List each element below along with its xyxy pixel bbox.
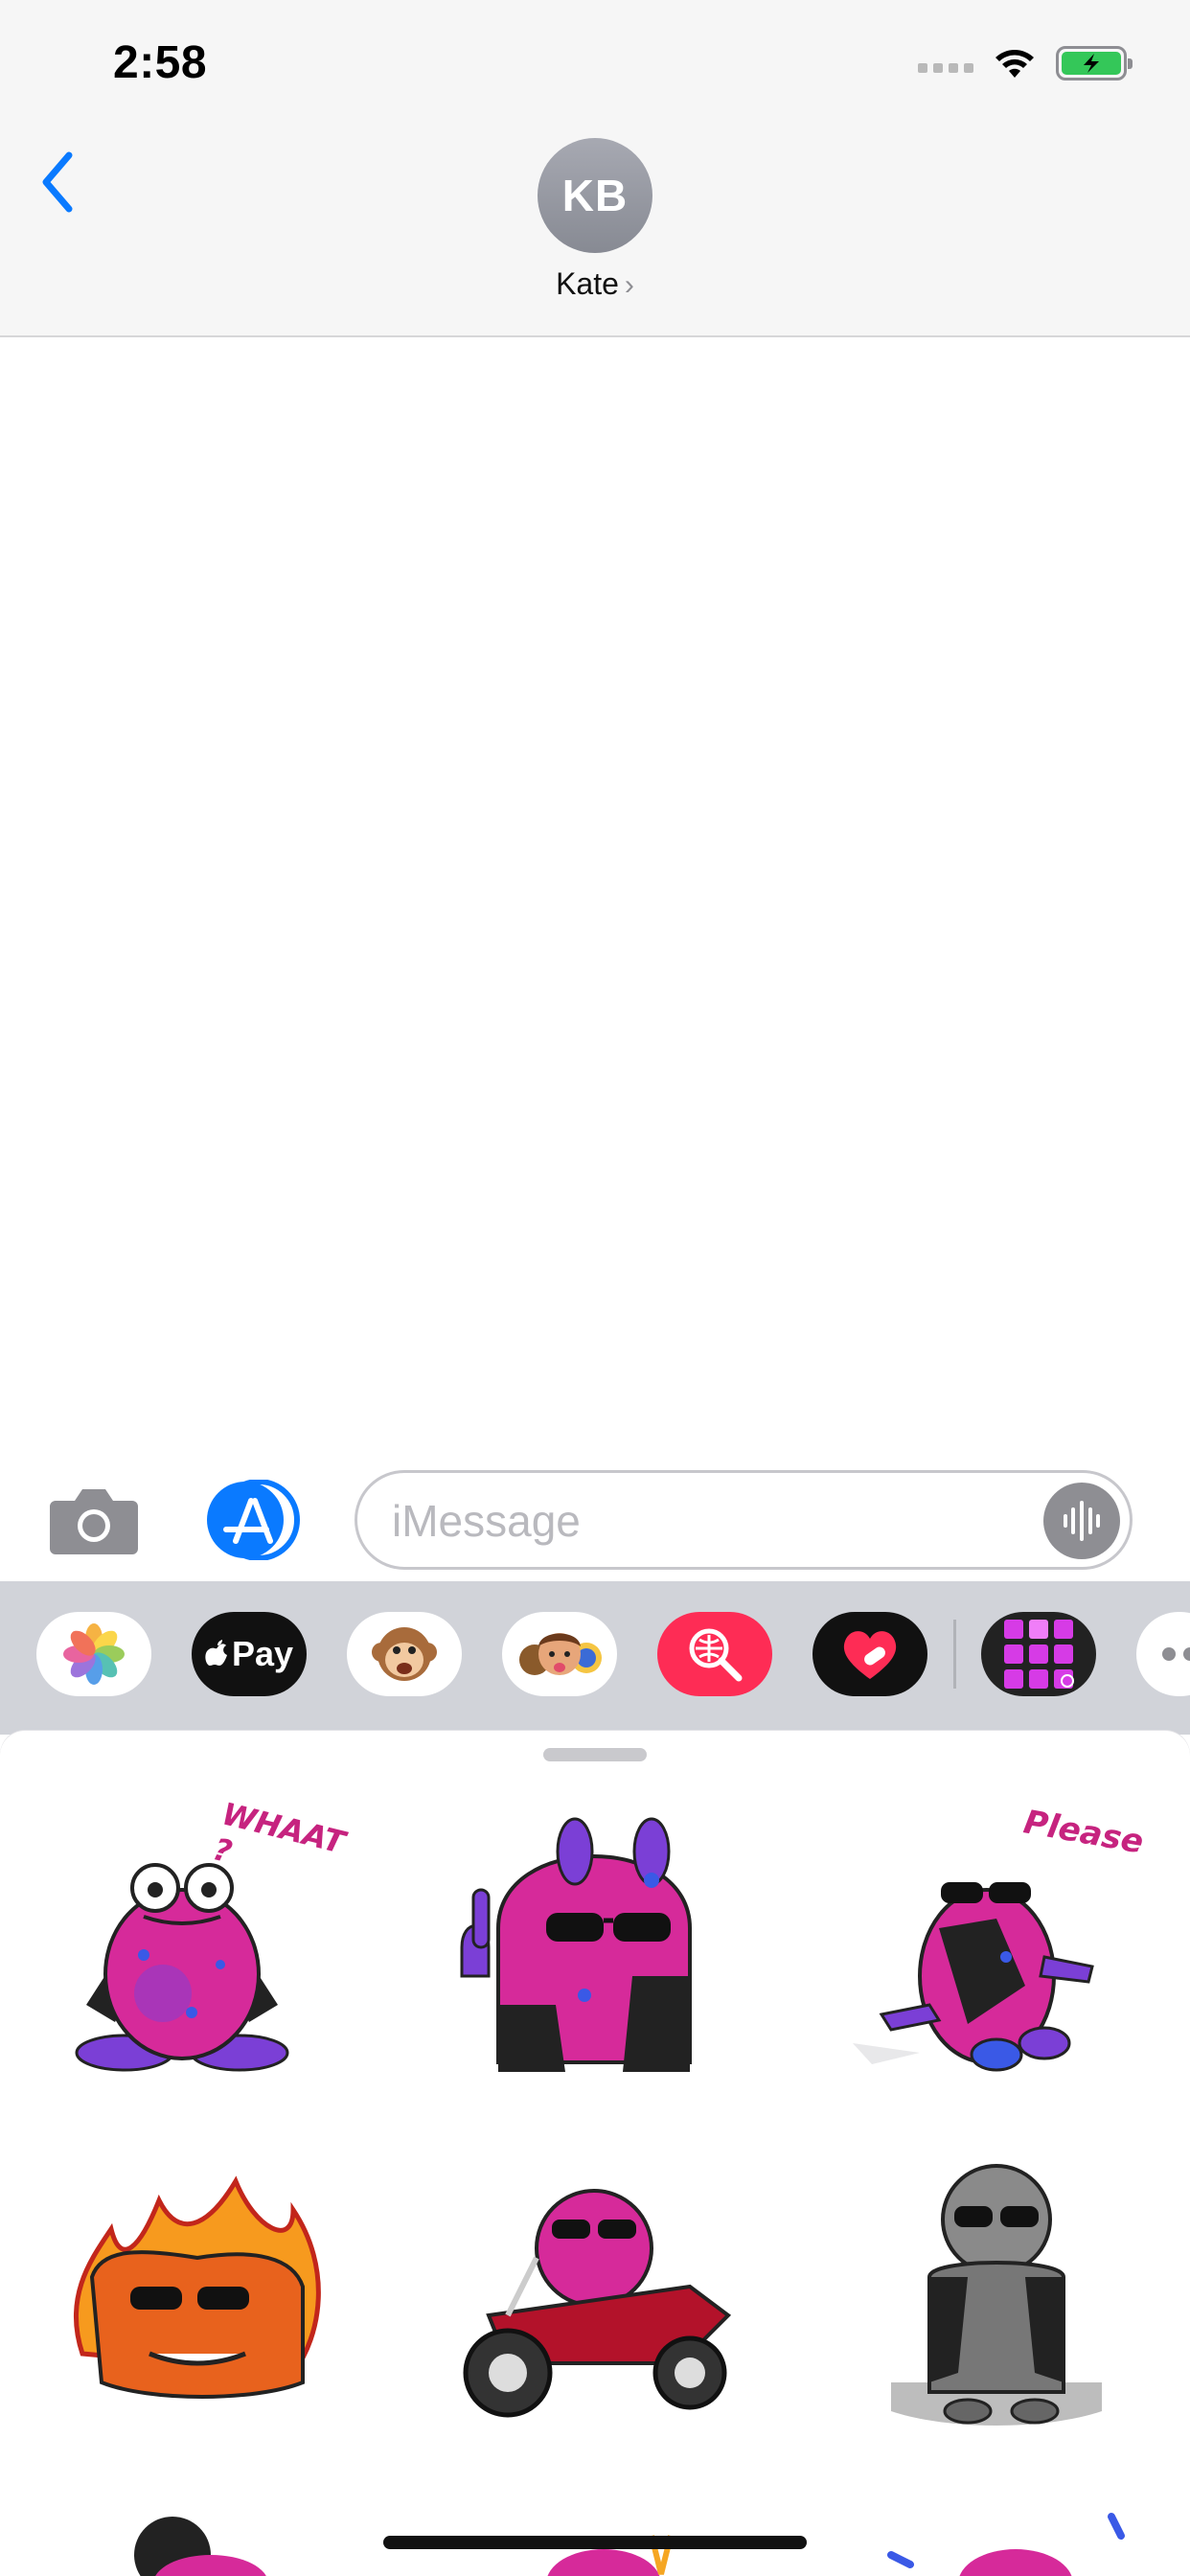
memoji-app-icon xyxy=(519,1633,602,1675)
compose-bar xyxy=(0,1460,1190,1579)
wifi-icon xyxy=(995,50,1034,78)
heart-touch-icon xyxy=(843,1631,897,1679)
photos-app-button[interactable] xyxy=(36,1612,151,1696)
sticker-pack-app-button[interactable] xyxy=(981,1612,1096,1696)
message-thread xyxy=(0,339,1190,1459)
sticker-panel: WHAAT ? Please xyxy=(0,1731,1190,2576)
cellular-signal-icon xyxy=(918,63,973,73)
photos-app-icon xyxy=(63,1623,125,1685)
camera-button[interactable] xyxy=(48,1484,140,1556)
sticker-frog-whaat[interactable]: WHAAT ? xyxy=(48,1795,349,2099)
sticker-frog-motorcycle[interactable] xyxy=(450,2172,738,2421)
home-indicator[interactable] xyxy=(383,2536,807,2549)
conversation-header: 2:58 KB Kate › xyxy=(0,0,1190,337)
app-store-icon xyxy=(207,1479,300,1561)
image-search-app-icon xyxy=(689,1628,743,1682)
sticker-frog-please[interactable]: Please xyxy=(853,1803,1150,2101)
apple-pay-label: Pay xyxy=(231,1634,294,1673)
image-search-app-button[interactable] xyxy=(657,1612,772,1696)
message-input-field[interactable] xyxy=(355,1470,1133,1570)
camera-icon xyxy=(50,1489,138,1554)
sticker-frog-grayscale[interactable] xyxy=(891,2152,1111,2440)
message-input[interactable] xyxy=(392,1494,1005,1548)
battery-icon xyxy=(1056,46,1133,80)
chevron-left-icon xyxy=(42,151,73,213)
sticker-blob-thumbs-up[interactable] xyxy=(460,1813,738,2101)
apple-logo-icon xyxy=(205,1640,227,1666)
sticker-fire-blob[interactable] xyxy=(63,2172,332,2411)
waveform-icon xyxy=(1064,1501,1100,1541)
more-apps-button[interactable] xyxy=(1136,1612,1190,1696)
contact-name-button[interactable]: Kate › xyxy=(0,266,1190,302)
animoji-app-icon xyxy=(372,1627,437,1681)
sticker-pack-app-icon xyxy=(1004,1620,1074,1689)
app-store-button[interactable] xyxy=(201,1479,305,1561)
status-time: 2:58 xyxy=(113,37,208,88)
contact-name: Kate xyxy=(556,266,619,301)
chevron-right-icon: › xyxy=(624,269,634,301)
contact-avatar[interactable]: KB xyxy=(538,138,652,253)
digital-touch-app-button[interactable] xyxy=(812,1612,927,1696)
drawer-divider xyxy=(953,1620,956,1689)
back-button[interactable] xyxy=(29,144,86,220)
voice-message-button[interactable] xyxy=(1043,1483,1120,1559)
more-apps-icon xyxy=(1162,1647,1190,1661)
status-indicators xyxy=(918,44,1133,82)
app-drawer: Pay xyxy=(0,1581,1190,1735)
panel-grabber[interactable] xyxy=(543,1748,647,1761)
apple-pay-app-button[interactable]: Pay xyxy=(192,1612,307,1696)
animoji-app-button[interactable] xyxy=(347,1612,462,1696)
memoji-app-button[interactable] xyxy=(502,1612,617,1696)
